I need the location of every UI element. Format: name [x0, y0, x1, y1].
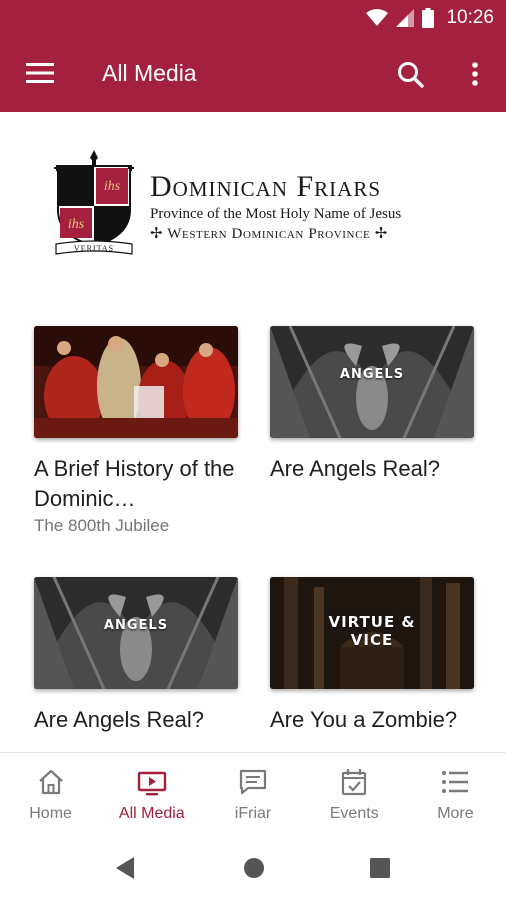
media-thumbnail: ANGELS	[34, 577, 238, 689]
media-card[interactable]: A Brief History of the Dominic… The 800t…	[34, 326, 238, 536]
dominican-friars-logo: ihs ihs VERITAS Dominican Friars Provinc…	[52, 148, 462, 260]
search-button[interactable]	[396, 60, 426, 90]
media-content[interactable]: ihs ihs VERITAS Dominican Friars Provinc…	[0, 112, 506, 752]
search-icon	[398, 62, 424, 88]
media-thumbnail: VIRTUE & VICE	[270, 577, 474, 689]
media-card[interactable]: ANGELS Are Angels Real?	[270, 326, 474, 484]
thumbnail-label: ANGELS	[103, 618, 169, 633]
status-bar: 10:26	[0, 0, 506, 36]
system-recents-button[interactable]	[366, 854, 394, 882]
status-icons: 10:26	[366, 6, 494, 30]
page-title: All Media	[102, 60, 197, 86]
logo-province: ✢ Western Dominican Province ✢	[150, 226, 388, 242]
system-navigation-bar	[0, 836, 506, 900]
back-triangle-icon	[116, 857, 134, 879]
logo-title: Dominican Friars	[150, 170, 382, 203]
nav-item-all-media[interactable]: All Media	[101, 753, 202, 836]
nav-label-events: Events	[329, 805, 379, 822]
app-bar: All Media	[0, 36, 506, 112]
thumbnail-label: VIRTUE & VICE	[328, 613, 416, 649]
recents-square-icon	[370, 858, 390, 878]
media-title: Are You a Zombie?	[270, 707, 458, 732]
nav-label-ifriar: iFriar	[234, 805, 272, 822]
media-thumbnail: ANGELS	[270, 326, 474, 438]
wifi-icon	[366, 9, 389, 26]
status-time: 10:26	[446, 7, 494, 28]
media-thumbnail	[34, 326, 238, 438]
logo-subtitle: Province of the Most Holy Name of Jesus	[150, 206, 402, 222]
media-title-line: A Brief History of the Dominic…	[34, 454, 238, 514]
home-icon	[38, 769, 63, 795]
media-subtitle: The 800th Jubilee	[34, 516, 170, 535]
nav-label-more: More	[437, 805, 474, 822]
shield-letters-bottom: ihs	[68, 217, 85, 232]
angels-thumbnail-image	[270, 326, 474, 438]
media-card[interactable]: VIRTUE & VICE Are You a Zombie?	[270, 577, 474, 735]
nav-item-more[interactable]: More	[405, 753, 506, 836]
cell-signal-icon	[396, 9, 415, 27]
logo-text: Dominican Friars Province of the Most Ho…	[150, 170, 462, 244]
media-card[interactable]: ANGELS Are Angels Real?	[34, 577, 238, 735]
shield-letters-top: ihs	[104, 179, 121, 194]
chat-icon	[239, 769, 267, 795]
nav-item-home[interactable]: Home	[0, 753, 101, 836]
system-home-button[interactable]	[240, 854, 268, 882]
media-title: A Brief History of the Dominic…	[34, 454, 238, 514]
list-icon	[442, 771, 469, 793]
media-tv-icon	[137, 771, 166, 796]
angels-thumbnail-image	[34, 577, 238, 689]
media-title: Are Angels Real?	[270, 456, 440, 481]
menu-button[interactable]	[26, 62, 54, 84]
nav-label-home: Home	[29, 805, 72, 822]
calendar-check-icon	[342, 769, 367, 796]
dominican-shield-icon: ihs ihs VERITAS	[54, 150, 134, 255]
overflow-menu-button[interactable]	[464, 60, 486, 90]
home-circle-icon	[244, 858, 264, 878]
more-vert-icon	[472, 62, 478, 86]
painting-thumbnail-image	[34, 326, 238, 438]
system-back-button[interactable]	[112, 854, 140, 882]
battery-icon	[422, 8, 435, 28]
nav-label-all-media: All Media	[118, 805, 185, 822]
shield-motto: VERITAS	[74, 244, 114, 253]
media-title-text: A Brief History of the Dominic…	[34, 456, 235, 511]
hamburger-menu-icon	[26, 63, 54, 83]
bottom-navigation: Home All Media iFriar Events More	[0, 752, 506, 836]
media-title: Are Angels Real?	[34, 707, 204, 732]
thumbnail-label: ANGELS	[339, 367, 405, 382]
nav-item-events[interactable]: Events	[304, 753, 405, 836]
nav-item-ifriar[interactable]: iFriar	[202, 753, 303, 836]
